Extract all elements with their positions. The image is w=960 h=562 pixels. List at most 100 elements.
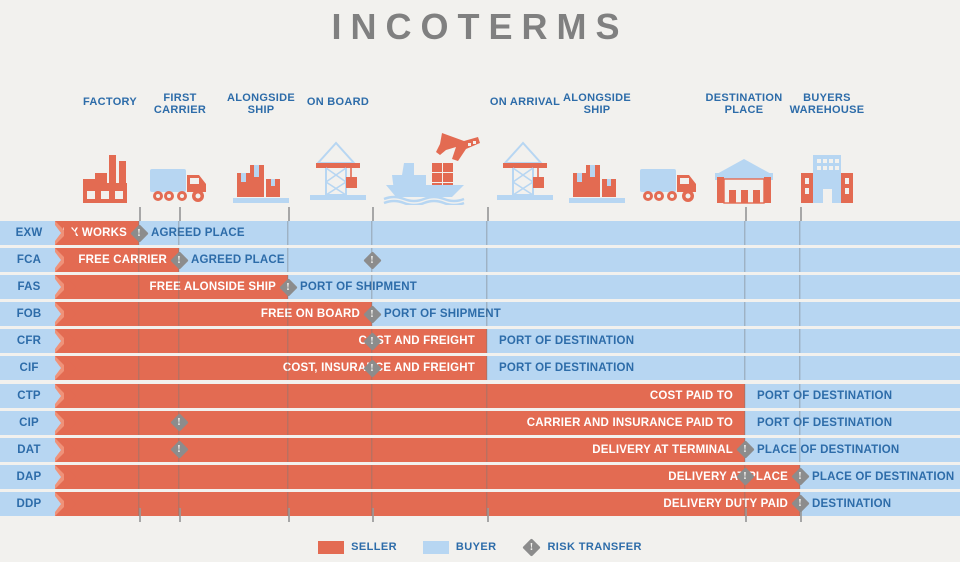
gridline [799, 275, 801, 300]
gridline [744, 410, 746, 435]
buyer-label: PLACE OF DESTINATION [757, 443, 900, 456]
gridline [486, 437, 488, 462]
factory-icon [81, 153, 139, 205]
buyer-label: PORT OF DESTINATION [757, 389, 893, 402]
gridline [139, 207, 141, 221]
risk-transfer-icon: ! [362, 305, 382, 324]
gridline [178, 464, 180, 489]
legend-label: BUYER [455, 541, 497, 553]
column-header-alongside-ship: ALONGSIDE SHIP [226, 92, 296, 116]
gridline [138, 275, 140, 300]
column-header-alongside-ship: ALONGSIDE SHIP [562, 92, 632, 116]
risk-transfer-icon: ! [129, 223, 149, 243]
incoterm-code-chip[interactable]: CFR [6, 329, 61, 354]
incoterm-row-dat[interactable]: DAT DELIVERY AT TERMINAL PLACE OF DESTINAT… [0, 437, 960, 462]
gridline [744, 383, 746, 408]
column-header-on arrival: ON ARRIVAL [489, 96, 561, 108]
buyer-label: PORT OF SHIPMENT [384, 308, 501, 321]
truck-icon [639, 163, 701, 205]
risk-transfer-icon: ! [362, 250, 382, 270]
legend-item-seller: SELLER [318, 540, 397, 554]
gridline [371, 491, 373, 516]
incoterm-row-exw[interactable]: EXW EX WORKS AGREED PLACE! [0, 221, 960, 245]
incoterms-infographic: INCOTERMS FACTORY FIRST CARRIER ALONGSIDE … [0, 0, 960, 562]
gridline [799, 302, 801, 327]
office-building-icon [799, 153, 855, 205]
chevron-icon [64, 329, 76, 354]
incoterm-code-chip[interactable]: FOB [6, 302, 61, 327]
warehouse-icon [713, 157, 775, 205]
transport-icons-band [0, 130, 960, 205]
gridline [486, 356, 488, 381]
column-header-destination-place: DESTINATION PLACE [705, 92, 783, 116]
incoterm-row-dap[interactable]: DAP DELIVERY AT PLACE PLACE OF DESTINATION… [0, 464, 960, 489]
gridline [799, 248, 801, 273]
gridline [486, 383, 488, 408]
gridline [138, 356, 140, 381]
gridline [371, 464, 373, 489]
cargo-boxes-icon [233, 159, 289, 205]
gridline [744, 275, 746, 300]
gridline [486, 275, 488, 300]
gridline [486, 464, 488, 489]
incoterm-row-ctp[interactable]: CTP COST PAID TO PORT OF DESTINATION [0, 383, 960, 408]
gridline [744, 329, 746, 354]
buyer-label: PORT OF DESTINATION [757, 416, 893, 429]
gridline [287, 410, 289, 435]
gridline [371, 410, 373, 435]
chevron-icon [64, 491, 76, 516]
incoterm-row-fas[interactable]: FAS FREE ALONSIDE SHIP PORT OF SHIPMENT! [0, 275, 960, 300]
incoterm-code-chip[interactable]: FCA [6, 248, 61, 273]
incoterm-code-chip[interactable]: CIF [6, 356, 61, 381]
gridline [178, 329, 180, 354]
cargo-boxes-icon [569, 159, 625, 205]
incoterm-row-fob[interactable]: FOB FREE ON BOARD PORT OF SHIPMENT! [0, 302, 960, 327]
buyer-label: AGREED PLACE [191, 254, 285, 267]
gridline [138, 437, 140, 462]
risk-transfer-icon: ! [790, 467, 810, 487]
gridline [799, 437, 801, 462]
gridline [799, 329, 801, 354]
legend-item-buyer: BUYER [422, 540, 497, 554]
gridline [486, 248, 488, 273]
gridline [745, 207, 747, 221]
gridline [371, 437, 373, 462]
gridline [486, 329, 488, 354]
gridline [799, 410, 801, 435]
legend-item-risk-transfer: ! RISK TRANSFER [522, 537, 641, 557]
incoterm-row-cip[interactable]: CIP CARRIER AND INSURANCE PAID TO PORT OF … [0, 410, 960, 435]
incoterm-code-chip[interactable]: CIP [6, 410, 61, 435]
seller-label: DELIVERY AT PLACE [668, 470, 788, 483]
incoterm-code-chip[interactable]: DAT [6, 437, 61, 462]
chevron-icon [64, 221, 76, 245]
buyer-label: PLACE OF DESTINATION [812, 470, 955, 483]
incoterm-code-chip[interactable]: FAS [6, 275, 61, 300]
incoterm-row-cif[interactable]: CIF COST, INSURANCE AND FREIGHT PORT OF DE… [0, 356, 960, 381]
incoterm-code-chip[interactable]: DAP [6, 464, 61, 489]
gridline [287, 464, 289, 489]
incoterm-code-chip[interactable]: EXW [6, 221, 61, 245]
incoterm-row-ddp[interactable]: DDP DELIVERY DUTY PAID DESTINATION! [0, 491, 960, 516]
seller-segment [55, 383, 745, 408]
buyer-label: AGREED PLACE [151, 227, 245, 239]
column-header-factory: FACTORY [82, 96, 138, 108]
gridline [744, 302, 746, 327]
gridline [287, 248, 289, 273]
legend-swatch [318, 540, 345, 554]
risk-transfer-icon: ! [278, 277, 298, 297]
incoterm-code-chip[interactable]: DDP [6, 491, 61, 516]
gridline [486, 410, 488, 435]
incoterm-code-chip[interactable]: CTP [6, 383, 61, 408]
gridline [287, 302, 289, 327]
gridline [178, 221, 180, 245]
gridline [744, 491, 746, 516]
incoterm-row-cfr[interactable]: CFR COST AND FREIGHT PORT OF DESTINATION! [0, 329, 960, 354]
chevron-icon [64, 356, 76, 381]
gridline [287, 491, 289, 516]
seller-label: CARRIER AND INSURANCE PAID TO [526, 416, 733, 429]
incoterm-row-fca[interactable]: FCA FREE CARRIER AGREED PLACE!! [0, 248, 960, 273]
legend: SELLER BUYER ! RISK TRANSFER [0, 537, 960, 557]
seller-label: FREE CARRIER [78, 254, 167, 267]
gridline [288, 207, 290, 221]
column-header-first-carrier: FIRST CARRIER [153, 92, 207, 116]
